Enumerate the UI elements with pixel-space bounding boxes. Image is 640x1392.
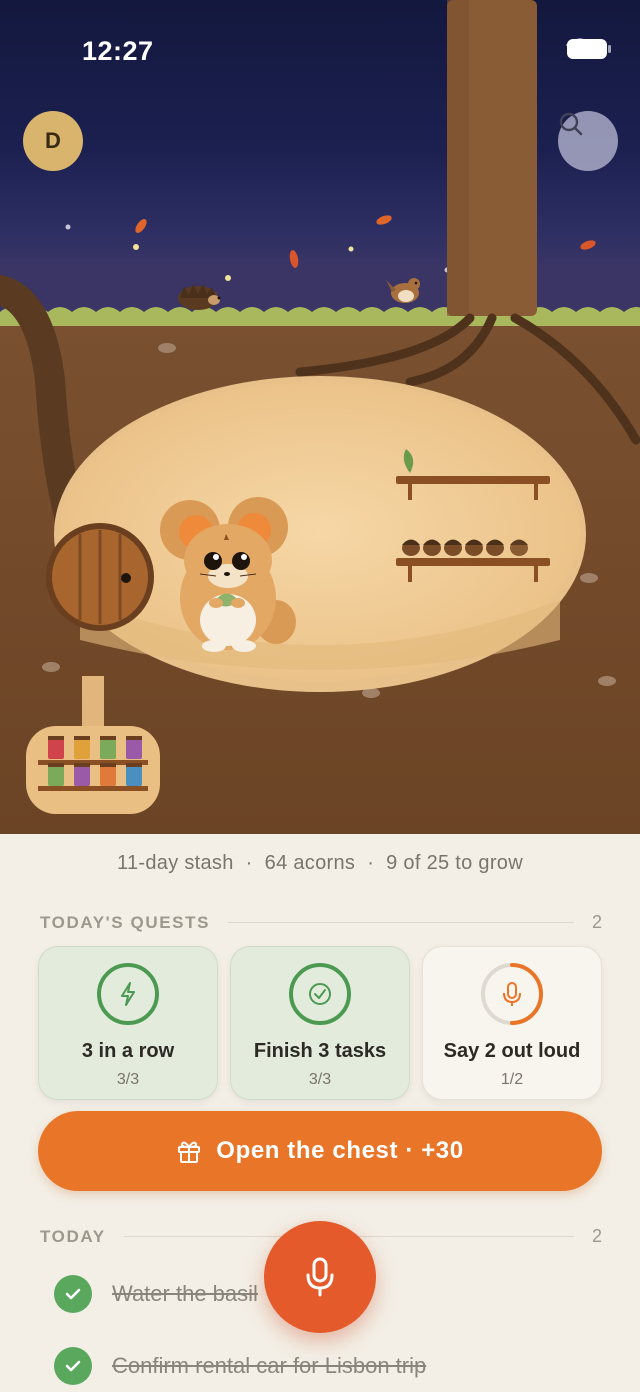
app-screen: 12:27 •••• D 11-day stash·64 acorns·9 <box>0 0 640 1392</box>
quest-card-say-2-out-loud[interactable]: Say 2 out loud 1/2 <box>422 946 602 1100</box>
separator: · <box>367 852 375 874</box>
shelf <box>396 476 550 484</box>
falling-leaf <box>289 250 299 268</box>
pebble <box>158 343 176 353</box>
status-icons: •••• <box>566 38 612 59</box>
microphone-icon <box>306 1257 334 1297</box>
falling-leaf <box>376 215 392 225</box>
gift-icon <box>178 1141 201 1163</box>
check-icon <box>65 1360 81 1372</box>
falling-leaf <box>580 240 596 250</box>
task-text: Water the basil <box>112 1281 258 1306</box>
quest-progress-ring <box>97 963 159 1025</box>
scene-illustration <box>0 0 640 834</box>
quest-progress: 3/3 <box>116 1071 140 1088</box>
quest-card-3-in-a-row[interactable]: 3 in a row 3/3 <box>38 946 218 1100</box>
check-icon <box>65 1288 81 1300</box>
firefly <box>348 246 354 252</box>
stash-stats: 11-day stash · 64 acorns · 9 of 25 to grow <box>0 852 640 875</box>
today-count: 2 <box>591 1226 602 1246</box>
growth-stat: 9 of 25 to grow <box>386 852 523 874</box>
quest-title: 3 in a row <box>81 1040 175 1062</box>
quest-title: Finish 3 tasks <box>253 1040 387 1062</box>
quest-card-finish-3-tasks[interactable]: Finish 3 tasks 3/3 <box>230 946 410 1100</box>
quest-progress: 3/3 <box>308 1071 332 1088</box>
avatar[interactable]: D <box>23 111 83 171</box>
today-label: TODAY <box>40 1226 106 1246</box>
pebble <box>580 573 598 583</box>
divider <box>228 922 574 923</box>
quests-count: 2 <box>591 912 602 932</box>
firefly <box>133 244 139 250</box>
grass <box>0 307 640 326</box>
shelf <box>396 558 550 566</box>
separator: · <box>245 852 253 874</box>
lightning-icon <box>121 982 135 1006</box>
tunnel <box>82 676 104 728</box>
star <box>65 224 71 230</box>
battery-icon <box>567 39 612 59</box>
pebble <box>598 676 616 686</box>
falling-leaf <box>135 219 147 233</box>
check-circle-icon <box>309 983 331 1005</box>
quest-progress-ring <box>481 963 543 1025</box>
quest-progress: 1/2 <box>500 1071 524 1088</box>
quests-header: TODAY'S QUESTS 2 <box>40 912 602 933</box>
door-knob <box>121 573 131 583</box>
microphone-icon <box>503 982 521 1006</box>
status-time: 12:27 <box>82 36 154 66</box>
voice-capture-button[interactable] <box>264 1221 376 1333</box>
quest-progress-ring <box>289 963 351 1025</box>
task-text: Confirm rental car for Lisbon trip <box>112 1353 427 1378</box>
search-button[interactable] <box>558 111 618 171</box>
open-chest-button[interactable]: Open the chest · +30 <box>38 1111 602 1191</box>
firefly <box>225 275 231 281</box>
pebble <box>42 662 60 672</box>
avatar-initial: D <box>45 128 61 153</box>
task-checkbox[interactable] <box>54 1347 92 1385</box>
task-item[interactable]: Confirm rental car for Lisbon trip <box>54 1347 614 1385</box>
task-checkbox[interactable] <box>54 1275 92 1313</box>
quest-title: Say 2 out loud <box>443 1040 581 1062</box>
quest-cards: 3 in a row 3/3 Finish 3 tasks 3/3 Say 2 … <box>38 946 602 1100</box>
open-chest-label: Open the chest · +30 <box>216 1137 464 1164</box>
acorn-stat: 64 acorns <box>264 852 356 874</box>
streak-stat: 11-day stash <box>117 852 234 874</box>
burrow-scene: 12:27 •••• D <box>0 0 640 834</box>
quests-label: TODAY'S QUESTS <box>40 912 211 932</box>
search-icon <box>559 112 583 136</box>
